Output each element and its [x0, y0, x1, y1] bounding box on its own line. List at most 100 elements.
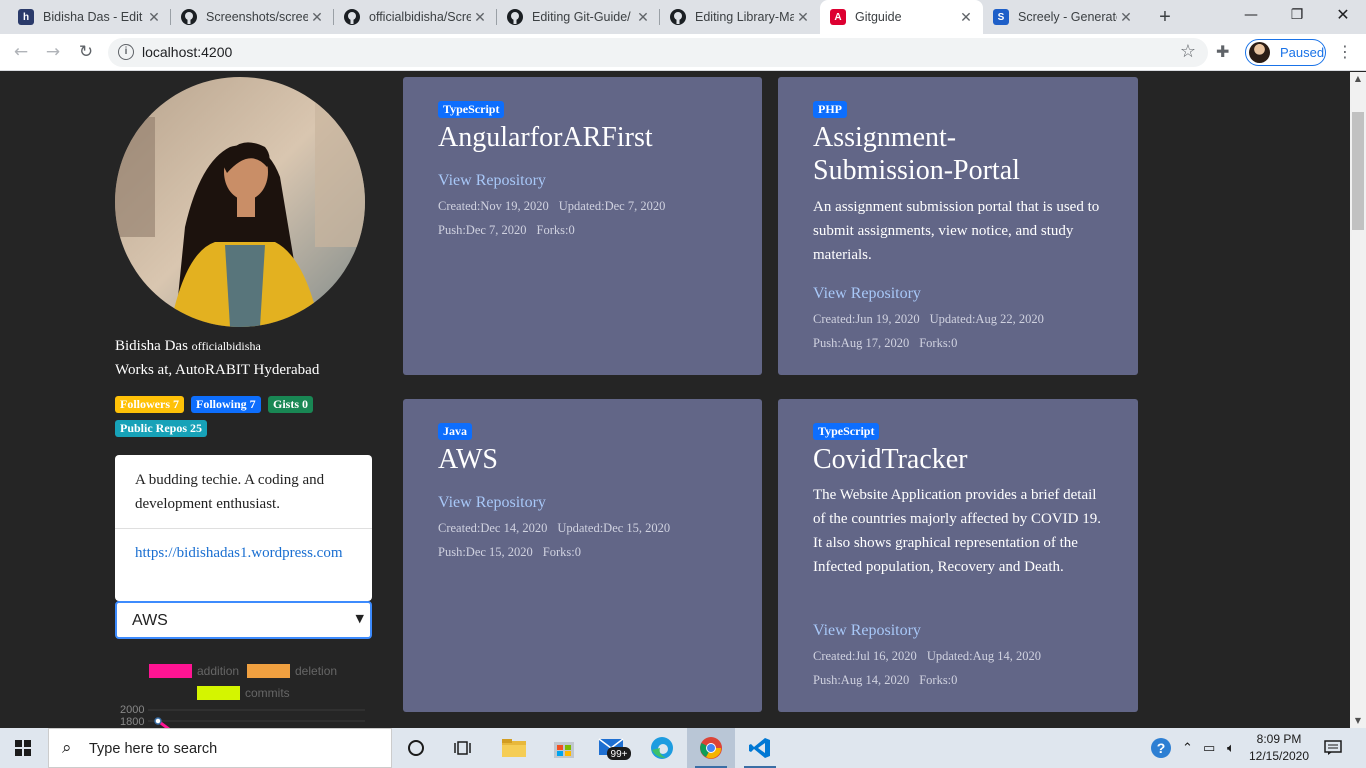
repo-card: TypeScript CovidTracker The Website Appl…	[778, 399, 1138, 712]
browser-tab-active[interactable]: A Gitguide ✕	[820, 0, 983, 34]
repo-created: Created:Nov 19, 2020	[438, 199, 549, 213]
repo-forks: Forks:0	[542, 545, 581, 559]
repo-name: AWS	[438, 444, 498, 475]
scroll-down-icon[interactable]: ▼	[1350, 714, 1366, 728]
repo-select[interactable]: AWS ▼	[115, 601, 372, 639]
taskbar-clock[interactable]: 8:09 PM 12/15/2020	[1244, 731, 1314, 765]
legend-label: commits	[245, 686, 290, 700]
extensions-puzzle-icon[interactable]: ✚	[1216, 42, 1229, 61]
chevron-up-icon[interactable]: ⌃	[1182, 728, 1193, 768]
tab-title: Editing Library-Ma	[695, 10, 794, 24]
tab-title: Screely - Generate	[1018, 10, 1117, 24]
reload-button[interactable]: ↻	[74, 40, 98, 64]
profile-button[interactable]: Paused	[1245, 39, 1326, 66]
legend-label: deletion	[295, 664, 338, 678]
angular-icon: A	[830, 9, 846, 25]
view-repository-link[interactable]: View Repository	[438, 494, 546, 512]
close-tab-icon[interactable]: ✕	[957, 9, 975, 26]
repo-name: Assignment-Submission-Portal	[813, 122, 1020, 186]
addition-data-point	[154, 717, 162, 725]
commit-chart: 2000 1800	[115, 704, 370, 728]
browser-tab[interactable]: S Screely - Generate ✕	[983, 0, 1143, 34]
clock-time: 8:09 PM	[1256, 732, 1302, 746]
repo-push: Push:Aug 17, 2020	[813, 336, 910, 350]
taskbar-search-box[interactable]: ⌕ Type here to search	[48, 728, 392, 768]
repo-forks: Forks:0	[536, 223, 575, 237]
blog-link[interactable]: https://bidishadas1.wordpress.com	[135, 541, 355, 565]
page-scrollbar[interactable]: ▲ ▼	[1350, 72, 1366, 728]
search-placeholder: Type here to search	[89, 741, 218, 757]
minimize-button[interactable]: —	[1228, 0, 1274, 30]
view-repository-link[interactable]: View Repository	[813, 622, 921, 640]
repo-created: Created:Dec 14, 2020	[438, 521, 548, 535]
browser-tab[interactable]: Editing Library-Ma ✕	[660, 0, 820, 34]
chrome-menu-icon[interactable]: ⋮	[1337, 42, 1353, 61]
view-repository-link[interactable]: View Repository	[813, 285, 921, 303]
browser-tab[interactable]: Screenshots/scree ✕	[171, 0, 334, 34]
legend-deletion[interactable]: deletion	[247, 664, 337, 678]
language-badge: TypeScript	[438, 101, 505, 118]
github-icon	[670, 9, 686, 25]
github-icon	[344, 9, 360, 25]
view-repository-link[interactable]: View Repository	[438, 172, 546, 190]
chrome-taskbar-icon[interactable]	[687, 728, 735, 768]
browser-tab[interactable]: officialbidisha/Scre ✕	[334, 0, 497, 34]
microsoft-store-icon[interactable]	[540, 728, 588, 768]
browser-tab[interactable]: h Bidisha Das - Edit I ✕	[8, 0, 171, 34]
scroll-up-icon[interactable]: ▲	[1350, 72, 1366, 86]
avatar	[115, 77, 365, 327]
back-button[interactable]: ←	[9, 40, 33, 64]
repo-push: Push:Dec 15, 2020	[438, 545, 533, 559]
language-badge: Java	[438, 423, 472, 440]
github-icon	[181, 9, 197, 25]
page-viewport: Bidisha Das officialbidisha Works at, Au…	[0, 72, 1350, 728]
restore-button[interactable]: ❐	[1274, 0, 1320, 30]
file-explorer-icon[interactable]	[490, 728, 538, 768]
language-badge: PHP	[813, 101, 847, 118]
site-info-icon[interactable]: i	[118, 44, 134, 60]
repo-updated: Updated:Dec 15, 2020	[557, 521, 671, 535]
legend-commits[interactable]: commits	[197, 686, 290, 700]
close-tab-icon[interactable]: ✕	[634, 9, 652, 26]
edge-icon[interactable]	[638, 728, 686, 768]
close-tab-icon[interactable]: ✕	[1117, 9, 1135, 26]
address-bar[interactable]: i localhost:4200 ☆	[108, 38, 1208, 67]
repo-forks: Forks:0	[919, 336, 958, 350]
task-view-icon[interactable]	[440, 728, 488, 768]
language-badge: TypeScript	[813, 423, 880, 440]
battery-icon[interactable]: ▭	[1203, 728, 1215, 768]
browser-tab-strip: h Bidisha Das - Edit I ✕ Screenshots/scr…	[0, 0, 1366, 34]
close-tab-icon[interactable]: ✕	[308, 9, 326, 26]
volume-icon[interactable]: 🔈︎	[1227, 728, 1235, 768]
cortana-icon[interactable]	[392, 728, 440, 768]
close-window-button[interactable]: ✕	[1320, 0, 1366, 30]
clock-date: 12/15/2020	[1248, 749, 1310, 763]
notifications-icon[interactable]	[1324, 728, 1342, 768]
bookmark-star-icon[interactable]: ☆	[1180, 41, 1196, 62]
profile-name: Bidisha Das	[115, 338, 188, 354]
repo-name: AngularforARFirst	[438, 122, 653, 153]
close-tab-icon[interactable]: ✕	[794, 9, 812, 26]
public-repos-badge: Public Repos 25	[115, 420, 208, 437]
mail-icon[interactable]: 99+	[590, 728, 638, 768]
repo-updated: Updated:Aug 22, 2020	[929, 312, 1044, 326]
legend-label: addition	[197, 664, 240, 678]
following-badge: Following 7	[191, 396, 261, 413]
legend-addition[interactable]: addition	[149, 664, 239, 678]
scrollbar-thumb[interactable]	[1352, 112, 1364, 230]
legend-swatch	[149, 664, 192, 678]
repo-created: Created:Jun 19, 2020	[813, 312, 920, 326]
new-tab-button[interactable]: +	[1154, 4, 1176, 30]
search-icon: ⌕	[62, 738, 72, 758]
help-icon[interactable]: ?	[1150, 728, 1172, 768]
windows-start-icon[interactable]	[15, 740, 31, 756]
profile-login: officialbidisha	[191, 339, 261, 353]
forward-button[interactable]: →	[41, 40, 65, 64]
gists-badge: Gists 0	[268, 396, 314, 413]
browser-tab[interactable]: Editing Git-Guide/ ✕	[497, 0, 660, 34]
vscode-icon[interactable]	[736, 728, 784, 768]
followers-badge: Followers 7	[115, 396, 184, 413]
profile-status: Paused	[1280, 45, 1325, 60]
close-tab-icon[interactable]: ✕	[145, 9, 163, 26]
close-tab-icon[interactable]: ✕	[471, 9, 489, 26]
